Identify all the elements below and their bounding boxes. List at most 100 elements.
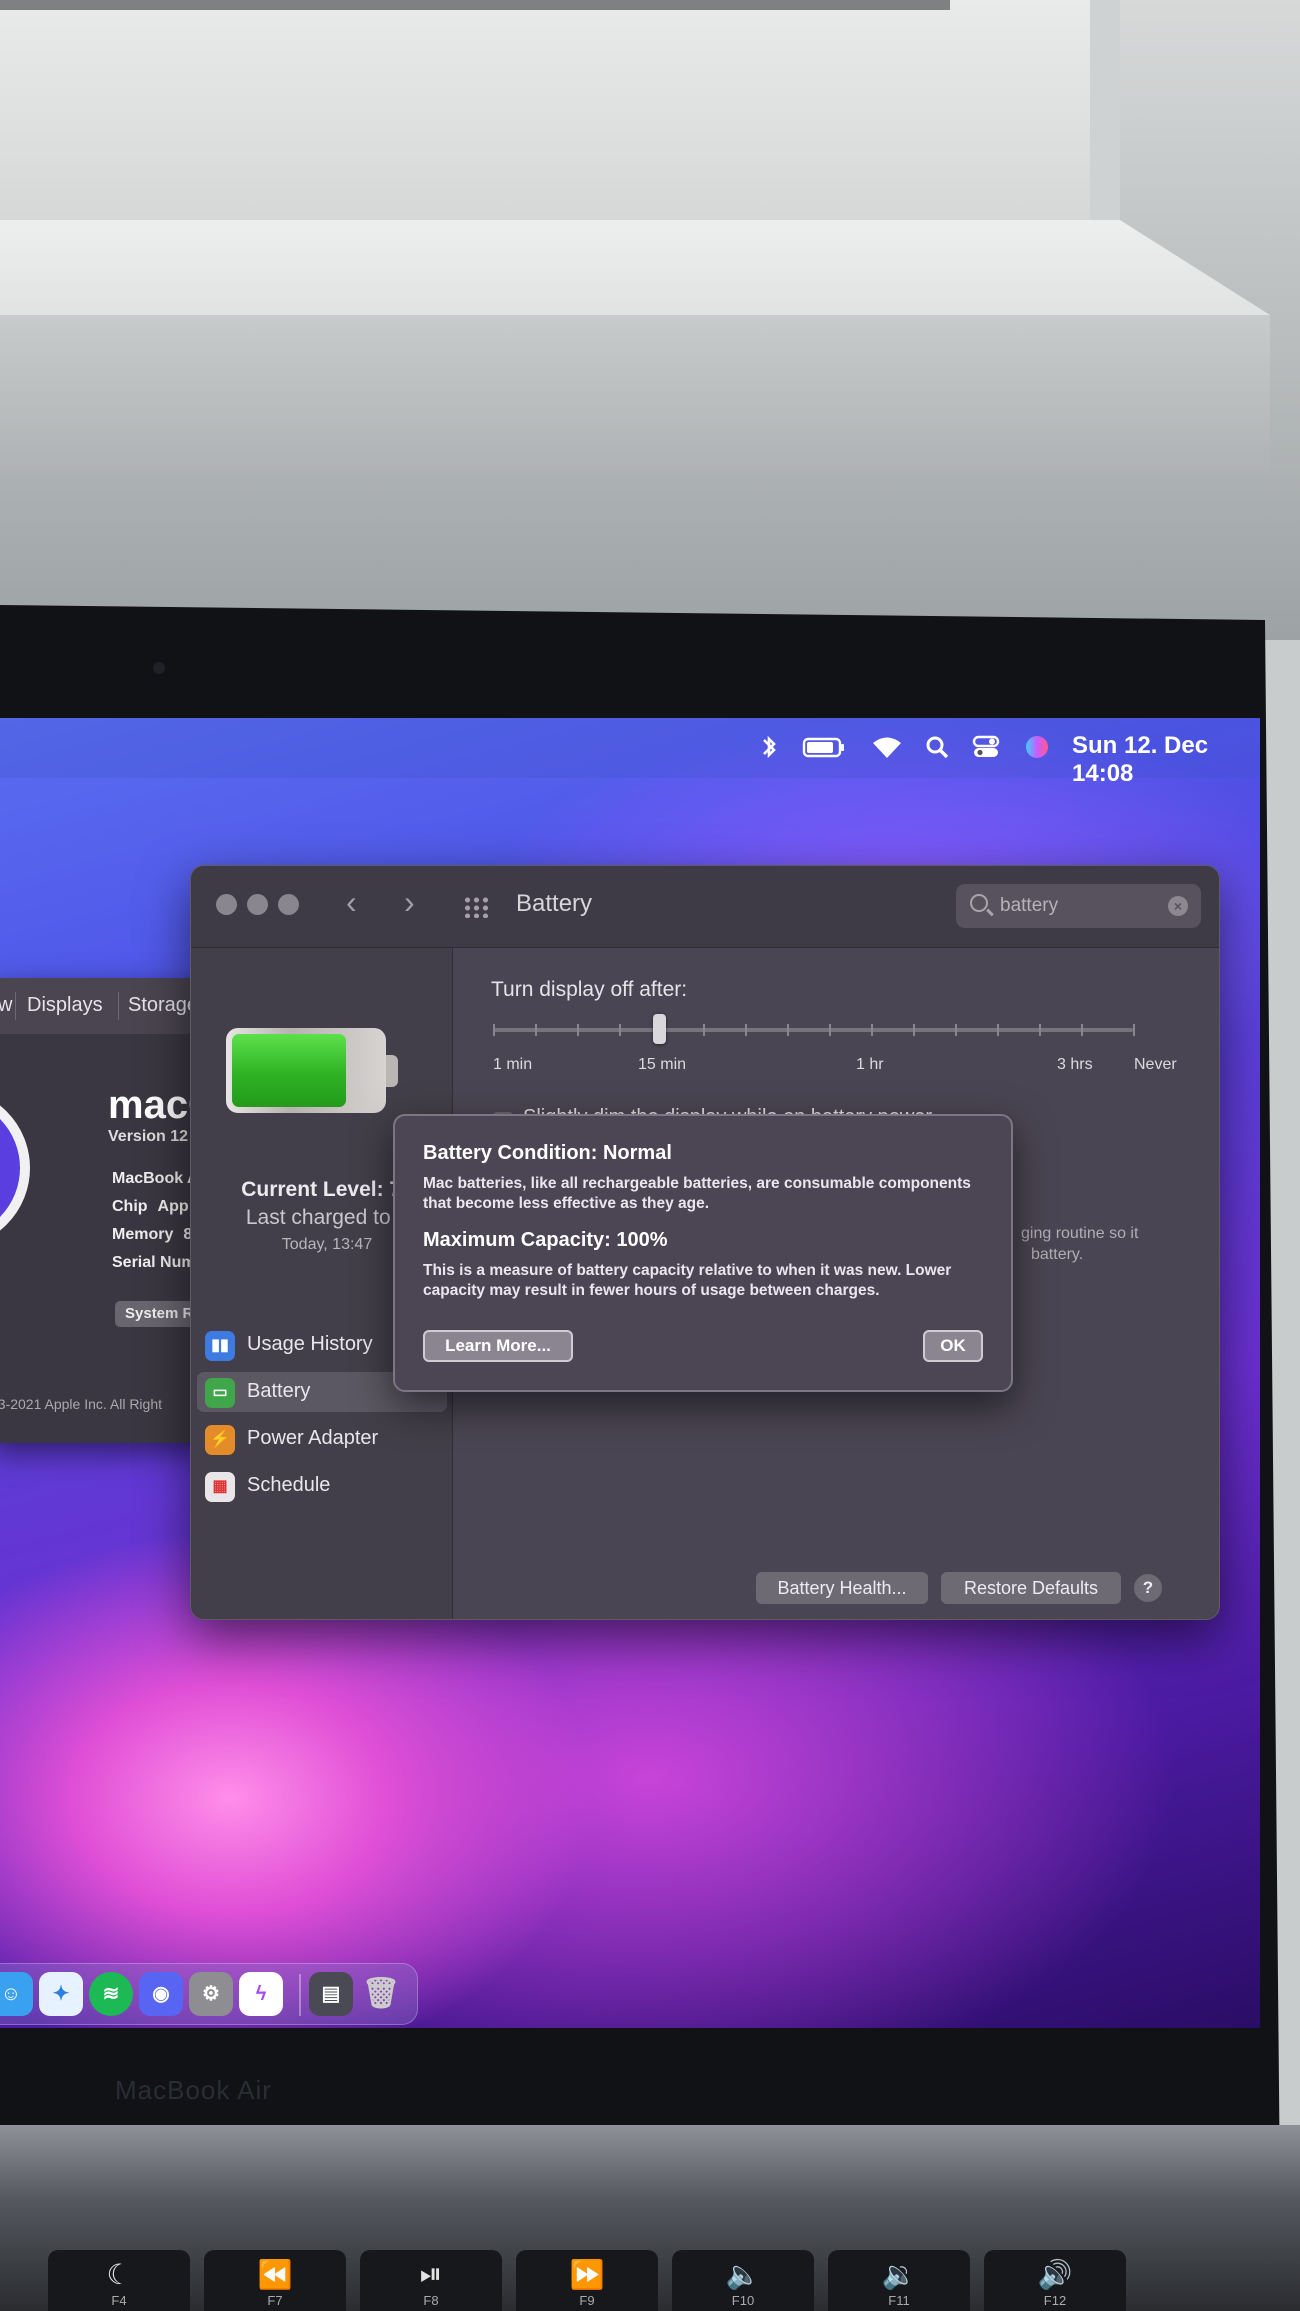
battery-health-button[interactable]: Battery Health... (756, 1572, 928, 1604)
finder-icon[interactable]: ☺ (0, 1972, 33, 2016)
sidebar-item-power-adapter[interactable]: ⚡ Power Adapter (197, 1419, 447, 1459)
key-f8[interactable]: ⏯ F8 (360, 2250, 502, 2311)
forward-chevron-icon[interactable]: › (404, 884, 415, 921)
slider-tick (1039, 1024, 1041, 1036)
about-os-version: Version 12 (108, 1128, 189, 1145)
trash-icon[interactable]: 🗑 (359, 1972, 403, 2016)
optimized-charging-hint-line2: battery. (1031, 1246, 1084, 1263)
battery-condition-text: Mac batteries, like all rechargeable bat… (423, 1175, 971, 1212)
battery-health-sheet: Battery Condition: Normal Mac batteries,… (393, 1114, 1013, 1392)
key-glyph: 🔈 (725, 2259, 761, 2290)
window-sill-edge (0, 315, 1270, 475)
room-window-glass (0, 0, 950, 10)
sidebar-item-label: Power Adapter (247, 1427, 379, 1449)
key-label: F4 (111, 2293, 127, 2308)
laptop-model-label: MacBook Air (115, 2075, 272, 2105)
about-tab-storage[interactable]: Storage (128, 994, 198, 1017)
slider-tick (619, 1024, 621, 1036)
menu-bar-clock[interactable]: Sun 12. Dec 14:08 (1072, 732, 1260, 788)
bluetooth-icon[interactable] (755, 734, 783, 760)
slider-tick (703, 1024, 705, 1036)
about-row-label: Memory (112, 1226, 174, 1243)
room-window-post (1090, 0, 1120, 230)
sidebar-item-label: Schedule (247, 1474, 331, 1496)
window-sill (0, 220, 1270, 315)
learn-more-button[interactable]: Learn More... (423, 1330, 573, 1362)
room-window-frame (0, 0, 1120, 230)
key-glyph: 🔉 (881, 2259, 917, 2290)
about-row-label: Serial Num (112, 1254, 196, 1271)
slider-tick (745, 1024, 747, 1036)
key-label: F9 (579, 2293, 595, 2308)
function-key-row: ☾ F4 ⏪ F7 ⏯ F8 ⏩ F9 🔈 F10 🔉 F11 🔊 F12 (0, 2250, 1300, 2311)
battery-status-icon[interactable] (802, 734, 846, 760)
battery-level-fill (232, 1034, 346, 1107)
restore-defaults-button[interactable]: Restore Defaults (941, 1572, 1121, 1604)
key-glyph: ⏯ (419, 2258, 443, 2289)
control-center-icon[interactable] (972, 734, 1000, 760)
webcam (153, 662, 165, 674)
wifi-icon[interactable] (870, 734, 904, 760)
zoom-window-button[interactable] (278, 894, 299, 915)
sidebar-item-schedule[interactable]: ▦ Schedule (197, 1466, 447, 1506)
about-tab-overview[interactable]: w (0, 994, 12, 1017)
siri-icon[interactable] (1023, 734, 1051, 760)
back-chevron-icon[interactable]: ‹ (346, 884, 357, 921)
clear-search-icon[interactable]: × (1168, 896, 1188, 916)
dock-divider (299, 1974, 301, 2016)
system-preferences-icon[interactable]: ⚙ (189, 1972, 233, 2016)
slider-thumb[interactable] (653, 1014, 666, 1044)
minimize-window-button[interactable] (247, 894, 268, 915)
key-f12[interactable]: 🔊 F12 (984, 2250, 1126, 2311)
spotify-icon[interactable]: ≋ (89, 1972, 133, 2016)
key-f9[interactable]: ⏩ F9 (516, 2250, 658, 2311)
sidebar-item-label: Battery (247, 1380, 311, 1402)
about-this-mac-window: w Displays Storage macO Version 12 MacBo… (0, 978, 210, 1443)
spotlight-icon[interactable] (924, 734, 952, 760)
slider-tick (913, 1024, 915, 1036)
about-row-label: Chip (112, 1198, 148, 1215)
search-input[interactable] (1000, 894, 1160, 918)
show-all-grid-icon[interactable] (463, 896, 489, 918)
slider-tick (1081, 1024, 1083, 1036)
slider-label-1hr: 1 hr (856, 1056, 884, 1073)
key-f4[interactable]: ☾ F4 (48, 2250, 190, 2311)
slider-tick (535, 1024, 537, 1036)
messenger-icon[interactable]: ϟ (239, 1972, 283, 2016)
about-row-value: App (157, 1198, 189, 1215)
search-field[interactable]: × (956, 884, 1201, 928)
ok-button[interactable]: OK (923, 1330, 983, 1362)
bolt-icon: ⚡ (205, 1425, 235, 1455)
slider-tick (997, 1024, 999, 1036)
maximum-capacity-heading: Maximum Capacity: 100% (423, 1229, 668, 1251)
about-row-serial: Serial Num (112, 1254, 196, 1272)
key-f10[interactable]: 🔈 F10 (672, 2250, 814, 2311)
tab-divider (118, 992, 119, 1020)
display-off-slider[interactable] (493, 1028, 1133, 1032)
help-button[interactable]: ? (1134, 1574, 1162, 1602)
safari-icon[interactable]: ✦ (39, 1972, 83, 2016)
battery-level-graphic (226, 1028, 386, 1113)
sidebar-item-label: Usage History (247, 1333, 373, 1355)
about-copyright: 83-2021 Apple Inc. All Right (0, 1396, 163, 1412)
downloads-icon[interactable]: ▤ (309, 1972, 353, 2016)
close-window-button[interactable] (216, 894, 237, 915)
key-label: F8 (423, 2293, 439, 2308)
key-label: F7 (267, 2293, 283, 2308)
key-f7[interactable]: ⏪ F7 (204, 2250, 346, 2311)
screen: Sun 12. Dec 14:08 w Displays Storage mac… (0, 718, 1260, 2028)
tab-divider (15, 992, 16, 1020)
key-glyph: 🔊 (1037, 2259, 1073, 2290)
slider-label-1min: 1 min (493, 1056, 533, 1073)
key-f11[interactable]: 🔉 F11 (828, 2250, 970, 2311)
slider-tick (577, 1024, 579, 1036)
about-tab-displays[interactable]: Displays (27, 994, 103, 1017)
key-label: F11 (888, 2293, 910, 2308)
slider-tick (871, 1024, 873, 1036)
slider-tick (955, 1024, 957, 1036)
maximum-capacity-text: This is a measure of battery capacity re… (423, 1262, 952, 1299)
search-icon (970, 894, 988, 912)
slider-tick (787, 1024, 789, 1036)
discord-icon[interactable]: ◉ (139, 1972, 183, 2016)
window-title: Battery (516, 890, 593, 917)
